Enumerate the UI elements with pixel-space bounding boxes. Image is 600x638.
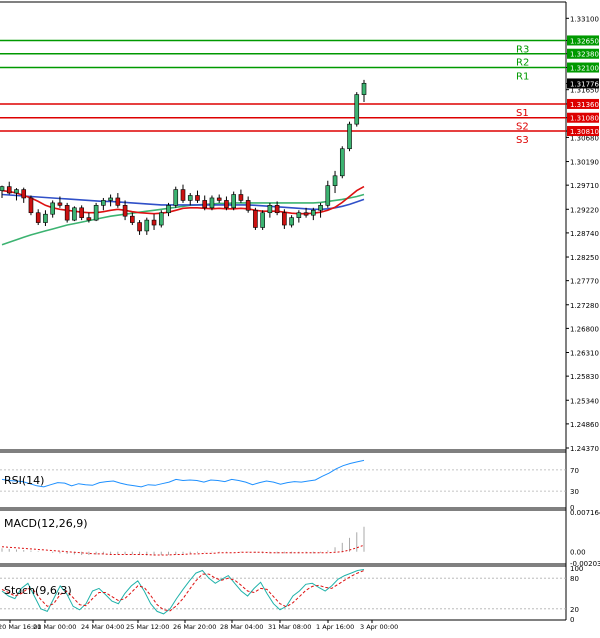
candle-bear — [303, 212, 309, 216]
chart-canvas: R3R2R1S1S2S3 1.331001.326501.323801.3210… — [0, 0, 600, 634]
candle-bear — [137, 222, 142, 232]
level-tag-text: 1.32100 — [570, 65, 599, 73]
candle-bull — [347, 123, 352, 150]
candle-bear — [274, 205, 280, 214]
candle-bull — [332, 175, 338, 186]
time-tick-label: 28 Mar 04:00 — [220, 623, 263, 631]
level-tag-text: 1.32380 — [570, 51, 599, 59]
rsi-title: RSI(14) — [4, 474, 44, 487]
candle-bull — [50, 202, 55, 215]
candle-bear — [224, 200, 229, 209]
price-tick-label: 1.29710 — [570, 182, 599, 190]
candle-bull — [361, 82, 367, 95]
candle-bear — [253, 209, 258, 228]
price-tick-label: 1.27770 — [570, 278, 599, 286]
candle-bear — [21, 189, 27, 199]
candle-bear — [282, 212, 287, 226]
candle-bear — [79, 207, 84, 218]
level-tag-text: 1.32650 — [570, 37, 599, 45]
candle-bear — [130, 215, 135, 223]
candle-bear — [238, 194, 244, 201]
price-tick-label: 1.28250 — [570, 254, 599, 262]
stoch-tick-label: 0 — [570, 616, 574, 624]
candle-bull — [158, 212, 164, 226]
candle-bear — [57, 202, 63, 206]
level-tag-text: 1.31360 — [570, 101, 599, 109]
rsi-tick-label: 70 — [570, 467, 579, 475]
price-tick-label: 1.26310 — [570, 350, 599, 358]
candle-bull — [311, 209, 316, 216]
candle-bear — [202, 200, 208, 209]
candle-bear — [245, 200, 251, 211]
chart-root: R3R2R1S1S2S3 1.331001.326501.323801.3210… — [0, 0, 600, 634]
stoch-tick-label: 80 — [570, 575, 579, 583]
candle-bear — [28, 197, 34, 214]
candle-bull — [101, 200, 106, 206]
candle-bear — [151, 219, 157, 226]
time-tick-label: 21 Mar 00:00 — [33, 623, 76, 631]
level-tag-text: 1.30810 — [570, 128, 599, 136]
level-label-s3: S3 — [516, 135, 529, 146]
time-tick-label: 3 Apr 00:00 — [360, 623, 398, 631]
candle-bear — [35, 212, 41, 223]
price-tick-label: 1.24860 — [570, 421, 599, 429]
candle-bull — [318, 205, 323, 211]
price-tick-label: 1.29220 — [570, 206, 599, 214]
candle-bull — [209, 197, 215, 209]
candle-bull — [296, 212, 302, 218]
candle-bear — [216, 197, 222, 201]
candle-bull — [187, 195, 193, 201]
price-tick-label: 1.33100 — [570, 15, 599, 23]
candle-bull — [267, 205, 273, 214]
candle-bull — [144, 219, 150, 232]
price-tick-label: 1.30190 — [570, 159, 599, 167]
stoch-tick-label: 20 — [570, 606, 579, 614]
candle-bear — [122, 205, 128, 217]
time-tick-label: 24 Mar 04:00 — [81, 623, 124, 631]
candle-bull — [354, 94, 360, 125]
candle-bull — [72, 207, 77, 221]
price-tick-label: 1.28740 — [570, 230, 599, 238]
candle-bull — [14, 189, 19, 194]
time-tick-label: 1 Apr 16:00 — [316, 623, 354, 631]
time-tick-label: 31 Mar 08:00 — [268, 623, 311, 631]
macd-tick-label: 0.00 — [570, 549, 586, 557]
candle-bull — [166, 205, 171, 214]
stoch-title: Stoch(9,6,3) — [4, 584, 72, 597]
candle-bear — [195, 195, 200, 201]
price-tick-label: 1.24370 — [570, 445, 599, 453]
level-label-r1: R1 — [516, 72, 529, 83]
candle-bear — [6, 186, 12, 194]
macd-tick-label: 0.007164 — [570, 509, 600, 517]
rsi-tick-label: 30 — [570, 488, 579, 496]
stoch-tick-label: 100 — [570, 565, 583, 573]
chart-background — [0, 0, 600, 634]
candle-bull — [260, 212, 265, 228]
price-tick-label: 1.27280 — [570, 302, 599, 310]
candle-bull — [325, 185, 331, 206]
candle-bull — [93, 205, 99, 221]
macd-title: MACD(12,26,9) — [4, 517, 88, 530]
candle-bull — [0, 186, 5, 191]
candle-bull — [173, 189, 179, 206]
candle-bear — [180, 189, 186, 201]
time-tick-label: 25 Mar 12:00 — [126, 623, 169, 631]
time-tick-label: 26 Mar 20:00 — [173, 623, 216, 631]
candle-bear — [86, 217, 92, 221]
price-tick-label: 1.25830 — [570, 373, 599, 381]
price-tick-label: 1.25340 — [570, 397, 599, 405]
price-tick-label: 1.26800 — [570, 325, 599, 333]
candle-bull — [339, 148, 345, 177]
candle-bull — [289, 217, 294, 226]
candle-bull — [108, 197, 113, 201]
level-tag-text: 1.31080 — [570, 115, 599, 123]
current-price-text: 1.31776 — [570, 80, 599, 88]
candle-bull — [231, 194, 236, 209]
candle-bear — [64, 205, 70, 221]
candle-bear — [115, 197, 121, 206]
candle-bull — [43, 213, 48, 223]
